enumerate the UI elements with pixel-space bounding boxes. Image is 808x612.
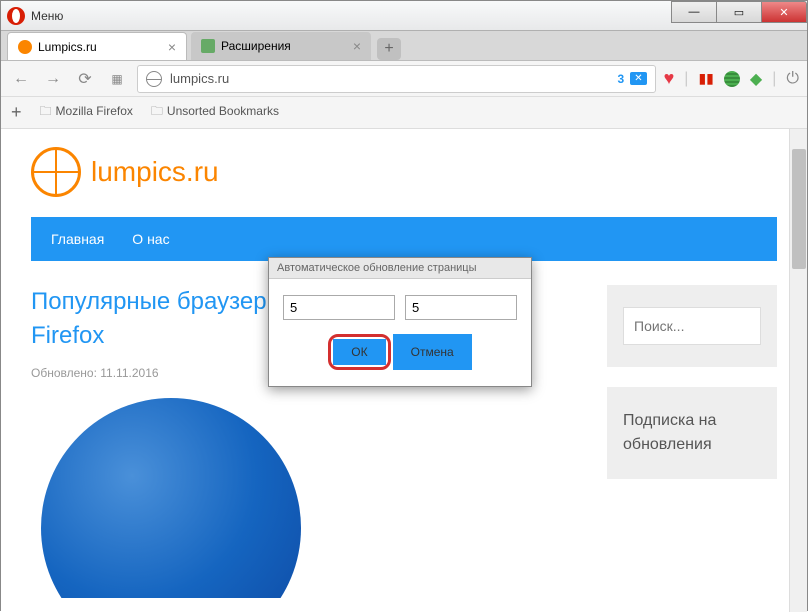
tab-close-icon[interactable]: × <box>353 38 361 54</box>
nav-home[interactable]: Главная <box>51 231 104 247</box>
minimize-button[interactable]: — <box>671 1 717 23</box>
tab-title: Расширения <box>221 39 291 53</box>
tab-strip: Lumpics.ru × Расширения × + <box>1 31 807 61</box>
extension-icon[interactable]: ▮▮ <box>698 70 713 87</box>
vertical-scrollbar[interactable] <box>789 129 807 612</box>
firefox-globe-icon <box>41 398 301 598</box>
favicon-icon <box>18 40 32 54</box>
maximize-button[interactable]: ▭ <box>716 1 762 23</box>
tab-inactive[interactable]: Расширения × <box>191 32 371 60</box>
bookmark-folder[interactable]: 🗀Unsorted Bookmarks <box>151 102 279 123</box>
url-text: lumpics.ru <box>170 71 229 86</box>
dialog-input-2[interactable] <box>405 295 517 320</box>
adblock-shield-icon[interactable]: ◆ <box>750 69 762 89</box>
extension-power-icon[interactable]: ⏻ <box>786 70 799 88</box>
opera-logo-icon <box>7 7 25 25</box>
badge-count: 3 <box>618 72 625 86</box>
extension-globe-icon[interactable] <box>724 71 740 87</box>
close-button[interactable]: ✕ <box>761 1 807 23</box>
site-logo[interactable]: lumpics.ru <box>31 147 777 197</box>
dialog-input-1[interactable] <box>283 295 395 320</box>
toolbar: ← → ⟳ ▦ lumpics.ru 3 ✕ ♥ | ▮▮ ◆ | ⏻ <box>1 61 807 97</box>
site-navbar: Главная О нас <box>31 217 777 261</box>
article-image <box>31 398 311 598</box>
scrollbar-thumb[interactable] <box>792 149 806 269</box>
url-bar[interactable]: lumpics.ru 3 ✕ <box>137 65 656 93</box>
search-input[interactable] <box>623 307 761 345</box>
orange-slice-icon <box>31 147 81 197</box>
cancel-button[interactable]: Отмена <box>393 334 472 370</box>
separator: | <box>684 70 688 88</box>
globe-icon <box>146 71 162 87</box>
add-bookmark-button[interactable]: + <box>11 102 22 123</box>
folder-icon: 🗀 <box>40 104 52 118</box>
reload-button[interactable]: ⟳ <box>73 67 97 91</box>
security-badge-icon[interactable]: ✕ <box>630 72 646 85</box>
site-name: lumpics.ru <box>91 156 219 188</box>
bookmark-folder[interactable]: 🗀Mozilla Firefox <box>40 102 133 123</box>
search-widget <box>607 285 777 367</box>
subscribe-widget: Подписка на обновления <box>607 387 777 479</box>
new-tab-button[interactable]: + <box>377 38 401 60</box>
speed-dial-button[interactable]: ▦ <box>105 67 129 91</box>
dialog-title: Автоматическое обновление страницы <box>269 258 531 279</box>
folder-icon: 🗀 <box>151 104 163 118</box>
back-button[interactable]: ← <box>9 67 33 91</box>
nav-about[interactable]: О нас <box>132 231 169 247</box>
menu-button[interactable]: Меню <box>31 9 63 23</box>
forward-button[interactable]: → <box>41 67 65 91</box>
separator: | <box>772 70 776 88</box>
puzzle-icon <box>201 39 215 53</box>
auto-refresh-dialog: Автоматическое обновление страницы ОК От… <box>268 257 532 387</box>
bookmarks-bar: + 🗀Mozilla Firefox 🗀Unsorted Bookmarks <box>1 97 807 129</box>
bookmark-heart-icon[interactable]: ♥ <box>664 68 675 89</box>
widget-title: Подписка на обновления <box>623 409 761 457</box>
tab-title: Lumpics.ru <box>38 40 97 54</box>
window-titlebar: Меню — ▭ ✕ <box>1 1 807 31</box>
tab-close-icon[interactable]: × <box>168 39 176 55</box>
tab-active[interactable]: Lumpics.ru × <box>7 32 187 60</box>
ok-button[interactable]: ОК <box>333 339 385 365</box>
ok-highlight: ОК <box>328 334 390 370</box>
